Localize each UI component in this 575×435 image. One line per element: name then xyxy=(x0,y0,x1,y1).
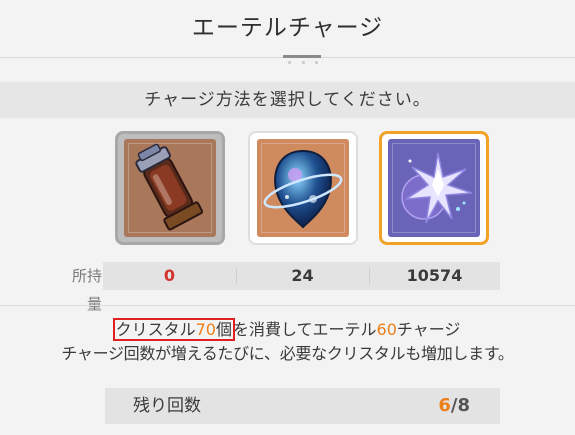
section-divider xyxy=(0,305,575,306)
charge-option-crystal[interactable] xyxy=(379,131,489,245)
title-dots xyxy=(288,61,318,67)
cost-end-text: チャージ xyxy=(396,320,461,339)
remaining-total: 8 xyxy=(457,395,470,416)
remaining-count: 6/8 xyxy=(400,388,470,424)
cost-mid-text: を消費してエーテル xyxy=(232,320,377,339)
held-amount-orb: 24 xyxy=(291,266,314,285)
held-amount-label: 所持量 xyxy=(71,267,102,313)
dialog-title: エーテルチャージ xyxy=(191,15,384,41)
crystal-word: クリスタル xyxy=(115,320,196,339)
title-accent-bar xyxy=(283,55,321,58)
remaining-current: 6 xyxy=(438,395,451,416)
charge-cost-description: クリスタル70個を消費してエーテル60チャージ xyxy=(0,318,575,342)
charge-option-orb[interactable] xyxy=(248,131,358,245)
remaining-label: 残り回数 xyxy=(133,396,201,416)
held-amount-crystal: 10574 xyxy=(406,266,463,285)
crystal-unit: 個 xyxy=(215,320,232,339)
crystal-amount: 70 xyxy=(195,320,216,339)
crystal-cost-highlight: クリスタル70個 xyxy=(112,318,235,341)
held-amount-potion: 0 xyxy=(163,266,176,285)
ether-amount: 60 xyxy=(376,320,397,339)
select-method-prompt: チャージ方法を選択してください。 xyxy=(0,82,575,118)
charge-option-potion[interactable] xyxy=(115,131,225,245)
charge-note: チャージ回数が増えるたびに、必要なクリスタルも増加します。 xyxy=(61,344,514,363)
